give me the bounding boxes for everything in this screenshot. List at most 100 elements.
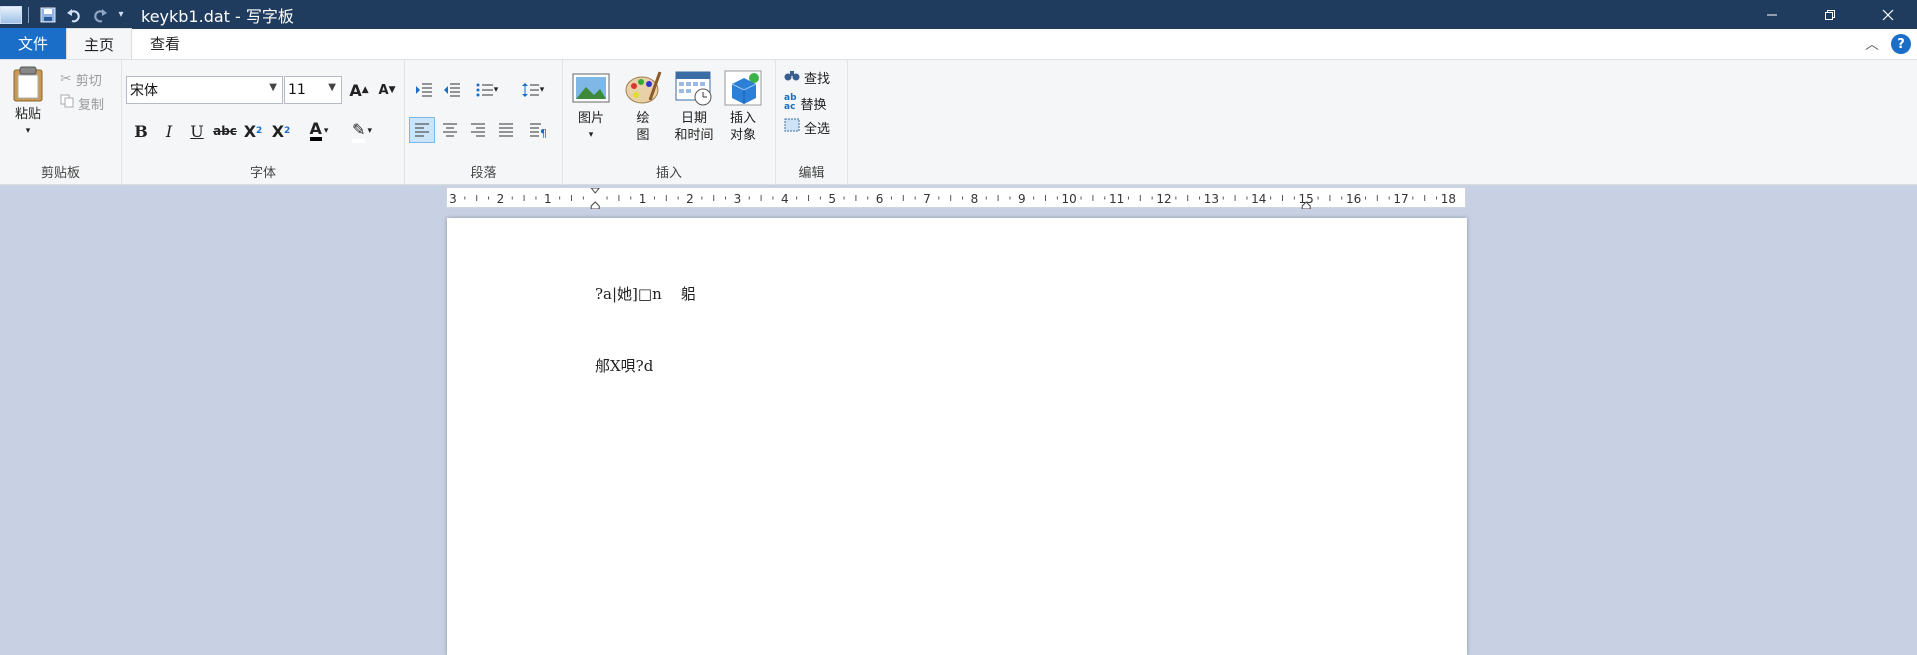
insert-object-icon bbox=[724, 70, 762, 106]
copy-label: 复制 bbox=[78, 97, 105, 113]
paint-label-line1: 绘 bbox=[636, 111, 650, 126]
bullet-list-icon[interactable]: ▾ bbox=[469, 77, 505, 103]
svg-text:¶: ¶ bbox=[540, 127, 547, 138]
window-controls bbox=[1743, 0, 1917, 29]
tab-view[interactable]: 查看 bbox=[132, 28, 198, 59]
wordpad-app-icon[interactable] bbox=[0, 5, 22, 24]
customize-qat-icon[interactable]: ▾ bbox=[113, 0, 129, 29]
minimize-icon[interactable] bbox=[1743, 0, 1801, 29]
superscript-icon[interactable]: X2 bbox=[268, 118, 294, 144]
line-spacing-icon[interactable]: ▾ bbox=[515, 77, 551, 103]
qat-separator bbox=[28, 6, 29, 23]
close-icon[interactable] bbox=[1859, 0, 1917, 29]
ruler-label: 18 bbox=[1441, 192, 1456, 206]
ruler-scale: 3 2 1 1 2 3 4 5 6 7 8 9 10 11 12 13 14 15 16 17 18 bbox=[449, 188, 1456, 209]
clipboard-group: 粘贴 ▾ ✂ 剪切 复制 剪贴板 bbox=[0, 60, 122, 185]
highlight-color-icon[interactable]: ✎ ▾ bbox=[344, 118, 380, 144]
document-line: 郍X唄?d bbox=[595, 357, 654, 375]
ruler-label: 8 bbox=[971, 192, 979, 206]
insert-group: 图片 ▾ 绘 图 日期 和时间 插入 对象 插入 bbox=[563, 60, 776, 185]
ribbon-tab-bar: 文件 主页 查看 ︿ ? bbox=[0, 28, 1917, 60]
justify-icon[interactable] bbox=[493, 117, 519, 143]
paste-icon bbox=[9, 66, 47, 102]
undo-icon[interactable] bbox=[61, 0, 87, 29]
italic-icon[interactable]: I bbox=[156, 118, 182, 144]
paint-drawing-button[interactable]: 绘 图 bbox=[623, 70, 663, 144]
cut-label: 剪切 bbox=[75, 73, 102, 89]
font-family-value: 宋体 bbox=[130, 83, 158, 99]
clipboard-group-label: 剪贴板 bbox=[40, 166, 80, 181]
replace-button[interactable]: ab ac 替换 bbox=[784, 92, 827, 114]
bold-icon[interactable]: B bbox=[128, 118, 154, 144]
replace-label: 替换 bbox=[800, 97, 827, 113]
restore-icon[interactable] bbox=[1801, 0, 1859, 29]
title-bar: ▾ keykb1.dat - 写字板 bbox=[0, 0, 1917, 29]
paste-button[interactable]: 粘贴 ▾ bbox=[8, 66, 48, 140]
insert-object-button[interactable]: 插入 对象 bbox=[723, 70, 763, 144]
collapse-ribbon-icon[interactable]: ︿ bbox=[1865, 34, 1879, 54]
copy-button[interactable]: 复制 bbox=[60, 92, 104, 114]
copy-icon bbox=[60, 94, 74, 112]
ruler-label: 10 bbox=[1062, 192, 1077, 206]
paste-dropdown-icon[interactable]: ▾ bbox=[26, 123, 31, 140]
quick-access-toolbar: ▾ bbox=[0, 0, 129, 29]
ruler-label: 4 bbox=[781, 192, 789, 206]
save-icon[interactable] bbox=[35, 0, 61, 29]
align-right-icon[interactable] bbox=[465, 117, 491, 143]
cut-button[interactable]: ✂ 剪切 bbox=[60, 68, 102, 90]
find-button[interactable]: 查找 bbox=[784, 66, 830, 88]
align-center-icon[interactable] bbox=[437, 117, 463, 143]
strikethrough-icon[interactable]: abc bbox=[212, 118, 238, 144]
document-text[interactable]: ?a|她]□n 躳 郍X唄?d bbox=[595, 234, 696, 426]
select-all-button[interactable]: 全选 bbox=[784, 116, 830, 138]
ruler-label: 6 bbox=[876, 192, 884, 206]
redo-icon[interactable] bbox=[87, 0, 113, 29]
paragraph-group: ▾ ▾ ¶ 段落 bbox=[405, 60, 563, 185]
picture-dropdown-icon[interactable]: ▾ bbox=[589, 127, 594, 144]
increase-indent-icon[interactable] bbox=[439, 77, 465, 103]
left-indent-marker[interactable] bbox=[590, 201, 600, 209]
first-line-indent-marker[interactable] bbox=[590, 188, 600, 194]
ruler-label: 13 bbox=[1204, 192, 1219, 206]
document-line: ?a|她]□n 躳 bbox=[595, 285, 696, 303]
tab-home[interactable]: 主页 bbox=[66, 28, 132, 59]
ruler-label: 12 bbox=[1156, 192, 1171, 206]
font-color-icon[interactable]: A ▾ bbox=[302, 118, 336, 144]
picture-button[interactable]: 图片 ▾ bbox=[571, 70, 611, 144]
ruler-label: 2 bbox=[686, 192, 694, 206]
tab-file[interactable]: 文件 bbox=[0, 28, 66, 59]
date-time-button[interactable]: 日期 和时间 bbox=[669, 70, 719, 144]
ruler-label: 2 bbox=[497, 192, 505, 206]
find-label: 查找 bbox=[804, 71, 831, 87]
help-icon[interactable]: ? bbox=[1891, 34, 1911, 54]
grow-font-icon[interactable]: A ▲ bbox=[346, 77, 372, 103]
ruler[interactable]: 3 2 1 1 2 3 4 5 6 7 8 9 10 11 12 13 14 15 16 17 18 bbox=[446, 187, 1466, 209]
paint-palette-icon bbox=[624, 70, 662, 106]
window-title: keykb1.dat - 写字板 bbox=[141, 6, 294, 26]
editing-group: 查找 ab ac 替换 全选 编辑 bbox=[776, 60, 848, 185]
datetime-label-line2: 和时间 bbox=[674, 128, 714, 143]
object-label-line2: 对象 bbox=[729, 128, 756, 143]
font-group-label: 字体 bbox=[249, 166, 276, 181]
font-family-select[interactable]: 宋体 ▼ bbox=[126, 76, 283, 104]
ruler-label: 11 bbox=[1109, 192, 1124, 206]
decrease-indent-icon[interactable] bbox=[411, 77, 437, 103]
subscript-icon[interactable]: X2 bbox=[240, 118, 266, 144]
binoculars-icon bbox=[784, 68, 800, 86]
font-size-select[interactable]: 11 ▼ bbox=[284, 76, 342, 104]
shrink-font-icon[interactable]: A ▼ bbox=[374, 77, 400, 103]
paragraph-settings-icon[interactable]: ¶ bbox=[525, 117, 551, 143]
paint-label-line2: 图 bbox=[636, 128, 650, 143]
font-group: 宋体 ▼ 11 ▼ A ▲ A ▼ B I U abc X2 X2 A ▾ ✎ ▾ 字体 bbox=[122, 60, 405, 185]
editing-group-label: 编辑 bbox=[798, 166, 825, 181]
align-left-icon[interactable] bbox=[409, 117, 435, 143]
ruler-label: 3 bbox=[734, 192, 742, 206]
picture-label: 图片 bbox=[577, 111, 604, 126]
ruler-label: 1 bbox=[544, 192, 552, 206]
document-page[interactable]: ?a|她]□n 躳 郍X唄?d bbox=[447, 218, 1467, 655]
ruler-label: 17 bbox=[1393, 192, 1408, 206]
underline-icon[interactable]: U bbox=[184, 118, 210, 144]
scissors-icon: ✂ bbox=[60, 71, 72, 87]
replace-icon: ab ac bbox=[784, 93, 797, 112]
ruler-label: 14 bbox=[1251, 192, 1266, 206]
